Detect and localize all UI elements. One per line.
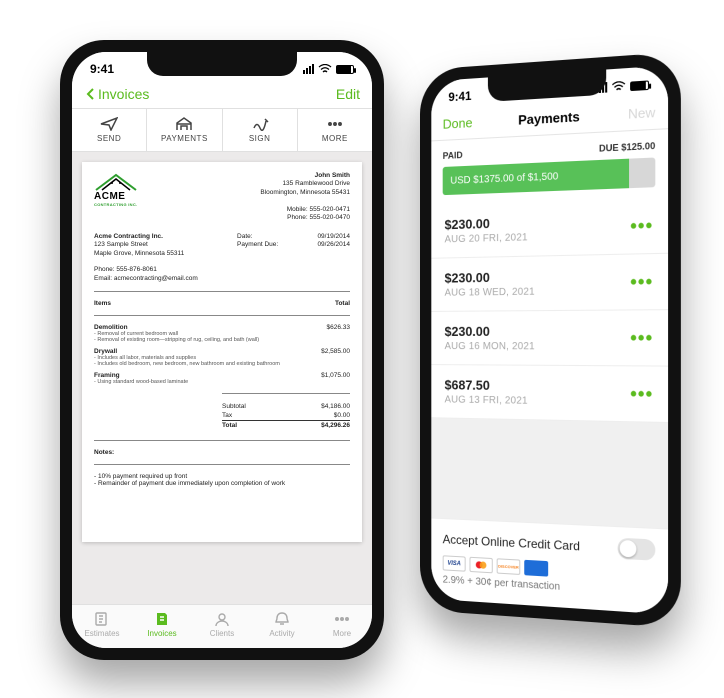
nav-bar: Invoices Edit [72,80,372,109]
payment-progress: USD $1375.00 of $1,500 [443,157,656,195]
client-addr1: 135 Ramblewood Drive [282,180,350,187]
client-addr2: Bloomington, Minnesota 55431 [260,189,350,196]
battery-icon [336,65,354,74]
phone-payments: 9:41 Done Payments New PAID DUE $125.00 [420,52,681,629]
item-amount: $2,585.00 [321,348,350,355]
accept-card-section: Accept Online Credit Card VISA DISCOVER … [431,518,668,615]
date-value: 09/19/2014 [317,233,350,240]
item-amount: $626.33 [327,324,351,331]
mastercard-icon [469,557,492,574]
page-title: Payments [518,109,580,128]
more-icon[interactable]: ••• [630,335,653,341]
due-value: 09/26/2014 [317,241,350,248]
item-amount: $1,075.00 [321,372,350,379]
items-header: Items [94,300,111,307]
item-title: Demolition [94,324,128,331]
client-mobile: Mobile: 555-020-0471 [287,206,350,213]
notes-header: Notes: [94,449,350,456]
payment-item[interactable]: $687.50 AUG 13 FRI, 2021 ••• [431,365,668,423]
battery-icon [630,80,649,91]
logo-name: ACME [94,192,125,202]
progress-fill: USD $1375.00 of $1,500 [443,159,629,195]
amex-card-icon [524,560,548,577]
company-addr2: Maple Grove, Minnesota 55311 [94,250,184,257]
wifi-icon [611,81,626,92]
more-icon[interactable]: ••• [630,222,653,229]
signal-icon [303,64,314,74]
action-toolbar: SEND PAYMENTS SIGN MORE [72,109,372,152]
items-header-total: Total [335,300,350,307]
company-addr1: 123 Sample Street [94,241,148,248]
discover-card-icon: DISCOVER [497,558,521,575]
payment-amount: $687.50 [445,377,528,393]
company-name: Acme Contracting Inc. [94,233,163,240]
more-button[interactable]: MORE [298,109,372,151]
status-time: 9:41 [448,89,471,105]
edit-button[interactable]: Edit [336,86,360,102]
tab-invoices[interactable]: Invoices [132,611,192,638]
client-phone: Phone: 555-020-0470 [287,214,350,221]
wifi-icon [318,64,332,74]
payment-date: AUG 13 FRI, 2021 [445,394,528,406]
item-desc: - Removal of existing room—stripping of … [94,337,350,343]
payment-date: AUG 20 FRI, 2021 [445,232,528,245]
date-label: Date: [237,233,253,241]
tab-bar: Estimates Invoices Clients Activity More [72,604,372,648]
more-icon[interactable]: ••• [630,278,653,285]
note-line: - Remainder of payment due immediately u… [94,480,350,487]
payment-amount: $230.00 [445,269,535,286]
invoice-document[interactable]: ACME CONTRACTING INC. John Smith 135 Ram… [82,162,362,542]
item-desc: - Using standard wood-based laminate [94,379,350,385]
payment-item[interactable]: $230.00 AUG 20 FRI, 2021 ••• [431,197,668,258]
total-value: $4,296.26 [321,422,350,429]
sign-button[interactable]: SIGN [223,109,298,151]
paid-label: PAID [443,150,463,161]
client-name: John Smith [315,172,350,179]
subtotal-label: Subtotal [222,403,246,410]
accept-card-label: Accept Online Credit Card [443,532,580,553]
due-label: Payment Due: [237,241,278,249]
accept-card-toggle[interactable] [618,538,656,561]
payment-date: AUG 16 MON, 2021 [445,341,535,352]
back-button[interactable]: Invoices [84,86,149,102]
item-desc: - Includes old bedroom, new bedroom, new… [94,361,350,367]
total-label: Total [222,422,237,429]
phone-invoice: 9:41 Invoices Edit SEND [60,40,384,660]
payments-list: $230.00 AUG 20 FRI, 2021 ••• $230.00 AUG… [431,197,668,423]
subtotal-value: $4,186.00 [321,403,350,410]
tab-activity[interactable]: Activity [252,611,312,638]
payments-icon [175,117,193,131]
payment-amount: $230.00 [445,215,528,233]
payment-item[interactable]: $230.00 AUG 16 MON, 2021 ••• [431,310,668,366]
tab-estimates[interactable]: Estimates [72,611,132,638]
sign-icon [251,117,269,131]
logo-sub: CONTRACTING INC. [94,202,137,207]
phone-notch [147,52,297,76]
company-logo: ACME CONTRACTING INC. [94,172,138,223]
item-title: Framing [94,372,120,379]
paid-summary: PAID DUE $125.00 USD $1375.00 of $1,500 [431,129,668,205]
send-icon [100,117,118,131]
payment-date: AUG 18 WED, 2021 [445,286,535,298]
done-button[interactable]: Done [443,115,473,132]
new-button[interactable]: New [628,104,655,121]
company-phone: Phone: 555-876-8061 [94,266,157,273]
send-button[interactable]: SEND [72,109,147,151]
due-label: DUE $125.00 [599,140,655,153]
tab-clients[interactable]: Clients [192,611,252,638]
more-icon[interactable]: ••• [630,391,653,398]
tab-more[interactable]: More [312,611,372,638]
status-time: 9:41 [90,62,114,76]
more-icon [326,117,344,131]
note-line: - 10% payment required up front [94,473,350,480]
payment-amount: $230.00 [445,324,535,339]
tax-value: $0.00 [334,412,350,419]
payments-button[interactable]: PAYMENTS [147,109,222,151]
item-title: Drywall [94,348,117,355]
tax-label: Tax [222,412,232,419]
visa-card-icon: VISA [443,555,466,571]
payment-item[interactable]: $230.00 AUG 18 WED, 2021 ••• [431,254,668,312]
company-email: Email: acmecontracting@email.com [94,275,198,282]
back-label: Invoices [98,86,149,102]
